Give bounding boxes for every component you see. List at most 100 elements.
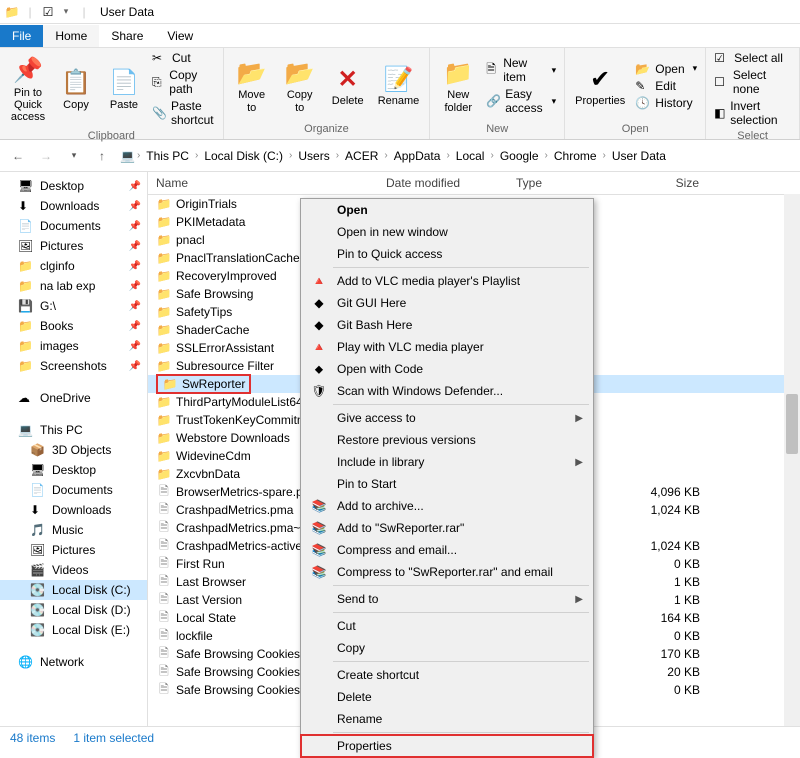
nav-item[interactable]: 💽Local Disk (C:) xyxy=(0,580,147,600)
nav-thispc[interactable]: 💻This PC xyxy=(0,420,147,440)
breadcrumb[interactable]: 💻 ›This PC›Local Disk (C:)›Users›ACER›Ap… xyxy=(120,147,792,165)
ctx-item[interactable]: Give access to▶ xyxy=(301,407,593,429)
ctx-item[interactable]: Open in new window xyxy=(301,221,593,243)
open-button[interactable]: 📂Open▾ xyxy=(633,61,699,77)
nav-item[interactable]: 📁Books📌 xyxy=(0,316,147,336)
ctx-item[interactable]: Delete xyxy=(301,686,593,708)
ctx-item[interactable]: 🔺Add to VLC media player's Playlist xyxy=(301,270,593,292)
nav-onedrive[interactable]: ☁OneDrive xyxy=(0,388,147,408)
new-folder-button[interactable]: 📁New folder xyxy=(436,50,480,121)
invert-selection-button[interactable]: ◧Invert selection xyxy=(712,98,793,128)
crumb-item[interactable]: User Data xyxy=(608,147,670,165)
qat-properties-icon[interactable]: ☑ xyxy=(40,4,56,20)
nav-item[interactable]: 🖼Pictures📌 xyxy=(0,236,147,256)
paste-shortcut-button[interactable]: 📎Paste shortcut xyxy=(150,98,217,128)
copy-button[interactable]: 📋Copy xyxy=(54,50,98,128)
chevron-right-icon: › xyxy=(490,150,493,161)
delete-button[interactable]: ✕Delete xyxy=(326,50,370,121)
col-type[interactable]: Type xyxy=(508,172,618,194)
nav-icon: 📁 xyxy=(18,279,34,293)
tab-home[interactable]: Home xyxy=(43,25,99,47)
copy-to-button[interactable]: 📂Copy to xyxy=(278,50,322,121)
nav-item[interactable]: 📄Documents xyxy=(0,480,147,500)
nav-item[interactable]: 💽Local Disk (E:) xyxy=(0,620,147,640)
nav-item[interactable]: 🖼Pictures xyxy=(0,540,147,560)
scrollbar-thumb[interactable] xyxy=(786,394,798,454)
tab-file[interactable]: File xyxy=(0,25,43,47)
nav-item[interactable]: 🖥Desktop xyxy=(0,460,147,480)
cut-button[interactable]: ✂Cut xyxy=(150,50,217,66)
group-label-select: Select xyxy=(712,128,793,144)
crumb-item[interactable]: Local Disk (C:) xyxy=(200,147,287,165)
scrollbar[interactable] xyxy=(784,194,800,726)
ctx-item[interactable]: 🔺Play with VLC media player xyxy=(301,336,593,358)
crumb-item[interactable]: ACER xyxy=(341,147,382,165)
col-date[interactable]: Date modified xyxy=(378,172,508,194)
properties-button[interactable]: ✔Properties xyxy=(571,50,629,121)
ctx-item[interactable]: Pin to Quick access xyxy=(301,243,593,265)
new-item-button[interactable]: 🗎New item▾ xyxy=(484,55,558,85)
nav-item[interactable]: 📁Screenshots📌 xyxy=(0,356,147,376)
ctx-item[interactable]: 📚Add to archive... xyxy=(301,495,593,517)
ctx-item[interactable]: ◆Git GUI Here xyxy=(301,292,593,314)
crumb-item[interactable]: Local xyxy=(452,147,489,165)
forward-button[interactable]: → xyxy=(36,146,56,166)
nav-item[interactable]: 🎵Music xyxy=(0,520,147,540)
ctx-item[interactable]: Cut xyxy=(301,615,593,637)
qat-dropdown-icon[interactable]: ▾ xyxy=(58,4,74,20)
back-button[interactable]: ← xyxy=(8,146,28,166)
ctx-item[interactable]: 📚Compress and email... xyxy=(301,539,593,561)
rename-button[interactable]: 📝Rename xyxy=(374,50,424,121)
select-all-button[interactable]: ☑Select all xyxy=(712,50,793,66)
recent-dropdown[interactable]: ▾ xyxy=(64,146,84,166)
ctx-item[interactable]: 🛡Scan with Windows Defender... xyxy=(301,380,593,402)
nav-item[interactable]: 💽Local Disk (D:) xyxy=(0,600,147,620)
nav-item[interactable]: 🎬Videos xyxy=(0,560,147,580)
nav-item[interactable]: ⬇Downloads xyxy=(0,500,147,520)
nav-item[interactable]: 🖥Desktop📌 xyxy=(0,176,147,196)
ctx-item[interactable]: Include in library▶ xyxy=(301,451,593,473)
nav-item[interactable]: ⬇Downloads📌 xyxy=(0,196,147,216)
history-button[interactable]: 🕓History xyxy=(633,95,699,111)
up-button[interactable]: ↑ xyxy=(92,146,112,166)
ctx-item[interactable]: Copy xyxy=(301,637,593,659)
crumb-item[interactable]: Users xyxy=(294,147,333,165)
ctx-item[interactable]: ◆Git Bash Here xyxy=(301,314,593,336)
move-to-button[interactable]: 📂Move to xyxy=(230,50,274,121)
edit-button[interactable]: ✎Edit xyxy=(633,78,699,94)
pin-quick-access-button[interactable]: 📌Pin to Quick access xyxy=(6,50,50,128)
crumb-item[interactable]: Chrome xyxy=(550,147,601,165)
ctx-item[interactable]: Restore previous versions xyxy=(301,429,593,451)
col-name[interactable]: Name xyxy=(148,172,378,194)
nav-item[interactable]: 📁na lab exp📌 xyxy=(0,276,147,296)
tab-view[interactable]: View xyxy=(155,25,205,47)
nav-network[interactable]: 🌐Network xyxy=(0,652,147,672)
ctx-item[interactable]: Properties xyxy=(301,735,593,757)
tab-share[interactable]: Share xyxy=(99,25,155,47)
ctx-item[interactable]: 📚Add to "SwReporter.rar" xyxy=(301,517,593,539)
crumb-item[interactable]: Google xyxy=(496,147,543,165)
col-size[interactable]: Size xyxy=(618,172,718,194)
paste-button[interactable]: 📄Paste xyxy=(102,50,146,128)
crumb-item[interactable]: This PC xyxy=(142,147,193,165)
ctx-item[interactable]: Open xyxy=(301,199,593,221)
easy-access-button[interactable]: 🔗Easy access▾ xyxy=(484,86,558,116)
nav-item[interactable]: 📦3D Objects xyxy=(0,440,147,460)
paste-shortcut-icon: 📎 xyxy=(152,106,167,120)
ctx-icon xyxy=(309,738,329,754)
pc-icon: 💻 xyxy=(120,149,135,163)
ctx-item[interactable]: Send to▶ xyxy=(301,588,593,610)
ctx-item[interactable]: Rename xyxy=(301,708,593,730)
nav-item[interactable]: 📁clginfo📌 xyxy=(0,256,147,276)
nav-item[interactable]: 📄Documents📌 xyxy=(0,216,147,236)
select-none-button[interactable]: ☐Select none xyxy=(712,67,793,97)
ctx-item[interactable]: 📚Compress to "SwReporter.rar" and email xyxy=(301,561,593,583)
ctx-item[interactable]: ⬥Open with Code xyxy=(301,358,593,380)
ctx-item[interactable]: Create shortcut xyxy=(301,664,593,686)
nav-item[interactable]: 💾G:\📌 xyxy=(0,296,147,316)
copy-path-button[interactable]: ⎘Copy path xyxy=(150,67,217,97)
nav-item[interactable]: 📁images📌 xyxy=(0,336,147,356)
crumb-item[interactable]: AppData xyxy=(390,147,445,165)
ctx-item[interactable]: Pin to Start xyxy=(301,473,593,495)
nav-icon: 🖥 xyxy=(18,179,34,193)
